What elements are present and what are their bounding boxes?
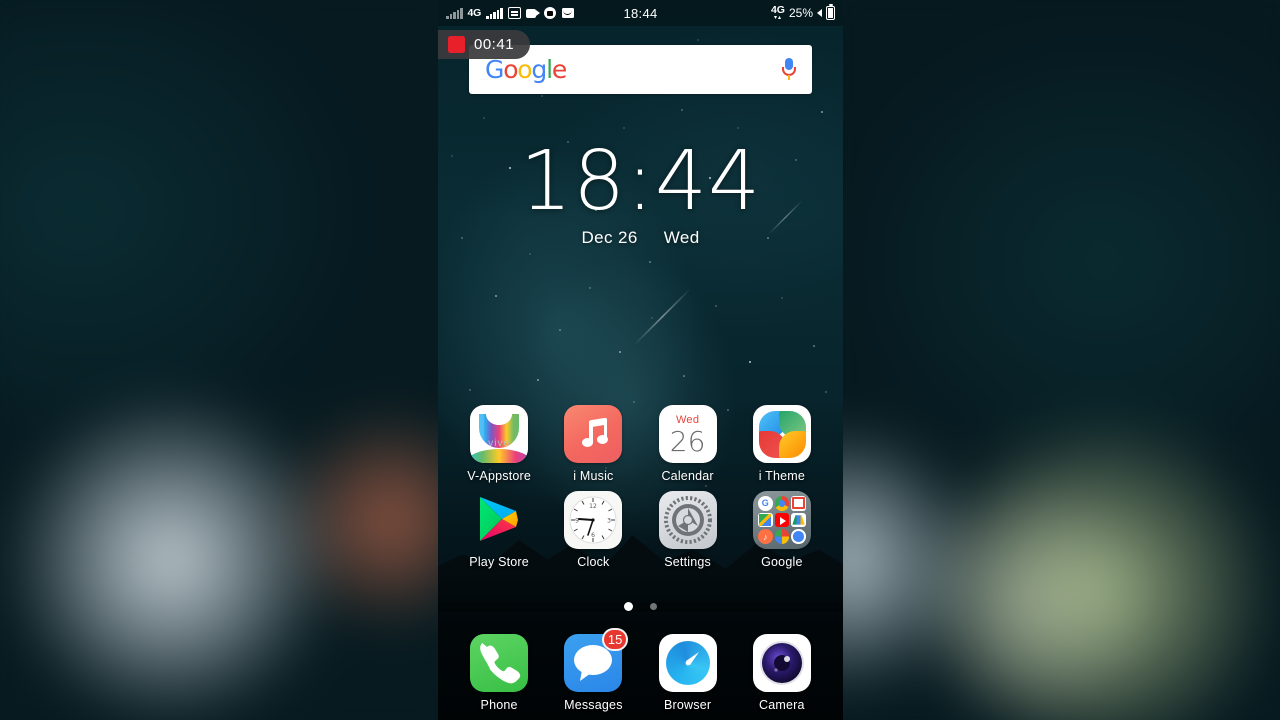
clock-time: 18:44 bbox=[438, 140, 843, 224]
app-label-i-music: i Music bbox=[573, 469, 614, 483]
signal-bars-icon-2 bbox=[486, 7, 503, 19]
clock-separator: : bbox=[626, 134, 655, 229]
app-label-phone: Phone bbox=[480, 698, 518, 712]
clock-weekday: Wed bbox=[663, 228, 700, 247]
screen-recording-pill[interactable]: 00:41 bbox=[438, 30, 531, 59]
folder-app-chrome bbox=[774, 496, 790, 511]
recording-elapsed-label: 00:41 bbox=[474, 36, 515, 53]
google-logo-letter-2: o bbox=[517, 55, 532, 84]
analog-clock-icon[interactable]: 12 3 6 9 bbox=[564, 491, 623, 549]
clock-minutes: 44 bbox=[654, 134, 762, 229]
folder-app-play-music: ♪ bbox=[757, 529, 773, 544]
browser-compass-icon[interactable] bbox=[658, 634, 717, 692]
svg-text:6: 6 bbox=[591, 532, 595, 539]
app-label-calendar: Calendar bbox=[661, 469, 714, 483]
app-folder-google[interactable]: G ♪ Google bbox=[743, 491, 821, 569]
microphone-icon[interactable] bbox=[782, 57, 796, 82]
phone-viewport: 4G 18:44 4G ▾▴ 25% 00:41 Google 18:44 De… bbox=[438, 0, 843, 720]
folder-app-drive bbox=[791, 512, 806, 528]
vivo-brand-text: vivo bbox=[488, 438, 511, 449]
page-dot-2[interactable] bbox=[649, 603, 657, 611]
phone-handset-icon[interactable] bbox=[470, 634, 529, 692]
google-logo-letter-5: e bbox=[551, 55, 567, 84]
battery-icon bbox=[826, 3, 835, 20]
app-row-2: Play Store 12 3 6 9 Clock Settings G ♪ G… bbox=[438, 491, 843, 569]
app-play-store[interactable]: Play Store bbox=[460, 491, 538, 569]
clock-widget[interactable]: 18:44 Dec 26 Wed bbox=[438, 140, 843, 248]
network-type-label: 4G bbox=[467, 7, 482, 19]
app-camera[interactable]: Camera bbox=[743, 634, 821, 712]
app-clock[interactable]: 12 3 6 9 Clock bbox=[554, 491, 632, 569]
letterbox-left-blur bbox=[0, 0, 438, 720]
app-row-1: vivo V-Appstore i Music Wed 26 Calendar … bbox=[438, 405, 843, 483]
folder-app-gmail bbox=[791, 496, 806, 511]
google-logo: Google bbox=[485, 55, 567, 84]
gear-icon[interactable] bbox=[658, 491, 717, 549]
folder-app-maps bbox=[757, 512, 773, 528]
svg-text:3: 3 bbox=[607, 518, 611, 525]
app-label-camera: Camera bbox=[759, 698, 805, 712]
app-browser[interactable]: Browser bbox=[649, 634, 727, 712]
app-grid: vivo V-Appstore i Music Wed 26 Calendar … bbox=[438, 405, 843, 577]
google-logo-letter-0: G bbox=[485, 55, 504, 84]
screen-record-icon bbox=[543, 7, 557, 19]
calendar-day: 26 bbox=[669, 425, 706, 458]
messages-icon-wrap: 15 bbox=[564, 628, 629, 692]
status-bar-left: 4G bbox=[446, 7, 575, 19]
app-label-clock: Clock bbox=[577, 555, 610, 569]
dock-row: Phone 15 Messages Browser Camera bbox=[438, 628, 843, 712]
phone-screenshot-frame: 4G 18:44 4G ▾▴ 25% 00:41 Google 18:44 De… bbox=[0, 0, 1280, 720]
folder-app-duo bbox=[791, 529, 806, 544]
google-logo-letter-1: o bbox=[503, 55, 518, 84]
calendar-icon[interactable]: Wed 26 bbox=[658, 405, 717, 463]
clock-date: Dec 26 bbox=[581, 228, 638, 247]
app-messages[interactable]: 15 Messages bbox=[554, 628, 632, 712]
folder-app-youtube bbox=[774, 512, 790, 528]
folder-app-google: G bbox=[757, 496, 773, 511]
app-i-music[interactable]: i Music bbox=[554, 405, 632, 483]
data-network-icon: 4G ▾▴ bbox=[771, 5, 785, 21]
signal-bars-icon bbox=[446, 7, 463, 19]
app-label-settings: Settings bbox=[664, 555, 712, 569]
status-bar: 4G 18:44 4G ▾▴ 25% bbox=[438, 0, 843, 26]
page-indicator[interactable] bbox=[438, 598, 843, 616]
folder-app-photos bbox=[774, 529, 790, 544]
dock: Phone 15 Messages Browser Camera bbox=[438, 628, 843, 712]
battery-arrow-icon bbox=[817, 9, 822, 17]
clock-date-row: Dec 26 Wed bbox=[438, 228, 843, 248]
app-label-browser: Browser bbox=[664, 698, 712, 712]
app-label-i-theme: i Theme bbox=[758, 469, 806, 483]
status-bar-right: 4G ▾▴ 25% bbox=[771, 3, 835, 21]
video-recorder-icon bbox=[525, 7, 540, 19]
messages-badge: 15 bbox=[601, 628, 629, 651]
app-calendar[interactable]: Wed 26 Calendar bbox=[649, 405, 727, 483]
folder-preview-grid: G ♪ bbox=[757, 496, 806, 544]
app-i-theme[interactable]: i Theme bbox=[743, 405, 821, 483]
music-note-icon[interactable] bbox=[564, 405, 623, 463]
page-dot-1[interactable] bbox=[624, 602, 634, 612]
app-label-v-appstore: V-Appstore bbox=[467, 469, 532, 483]
phone-icon-wrap bbox=[470, 634, 529, 692]
svg-text:12: 12 bbox=[590, 503, 598, 510]
app-label-messages: Messages bbox=[564, 698, 623, 712]
screenshot-icon bbox=[507, 7, 521, 19]
app-settings[interactable]: Settings bbox=[649, 491, 727, 569]
stop-record-icon[interactable] bbox=[448, 36, 465, 53]
clock-hours: 18 bbox=[519, 134, 627, 229]
google-folder-icon[interactable]: G ♪ bbox=[752, 491, 811, 549]
email-icon bbox=[561, 7, 575, 19]
battery-percent-label: 25% bbox=[788, 6, 813, 20]
camera-lens-icon[interactable] bbox=[752, 634, 811, 692]
theme-petals-icon[interactable] bbox=[752, 405, 811, 463]
google-logo-letter-3: g bbox=[531, 55, 547, 84]
letterbox-right-blur bbox=[843, 0, 1280, 720]
app-label-google-folder: Google bbox=[761, 555, 803, 569]
data-arrows-icon: ▾▴ bbox=[773, 14, 782, 21]
app-v-appstore[interactable]: vivo V-Appstore bbox=[460, 405, 538, 483]
vivo-appstore-icon[interactable]: vivo bbox=[470, 405, 529, 463]
app-label-play-store: Play Store bbox=[469, 555, 529, 569]
play-store-icon[interactable] bbox=[470, 491, 528, 549]
app-phone[interactable]: Phone bbox=[460, 634, 538, 712]
